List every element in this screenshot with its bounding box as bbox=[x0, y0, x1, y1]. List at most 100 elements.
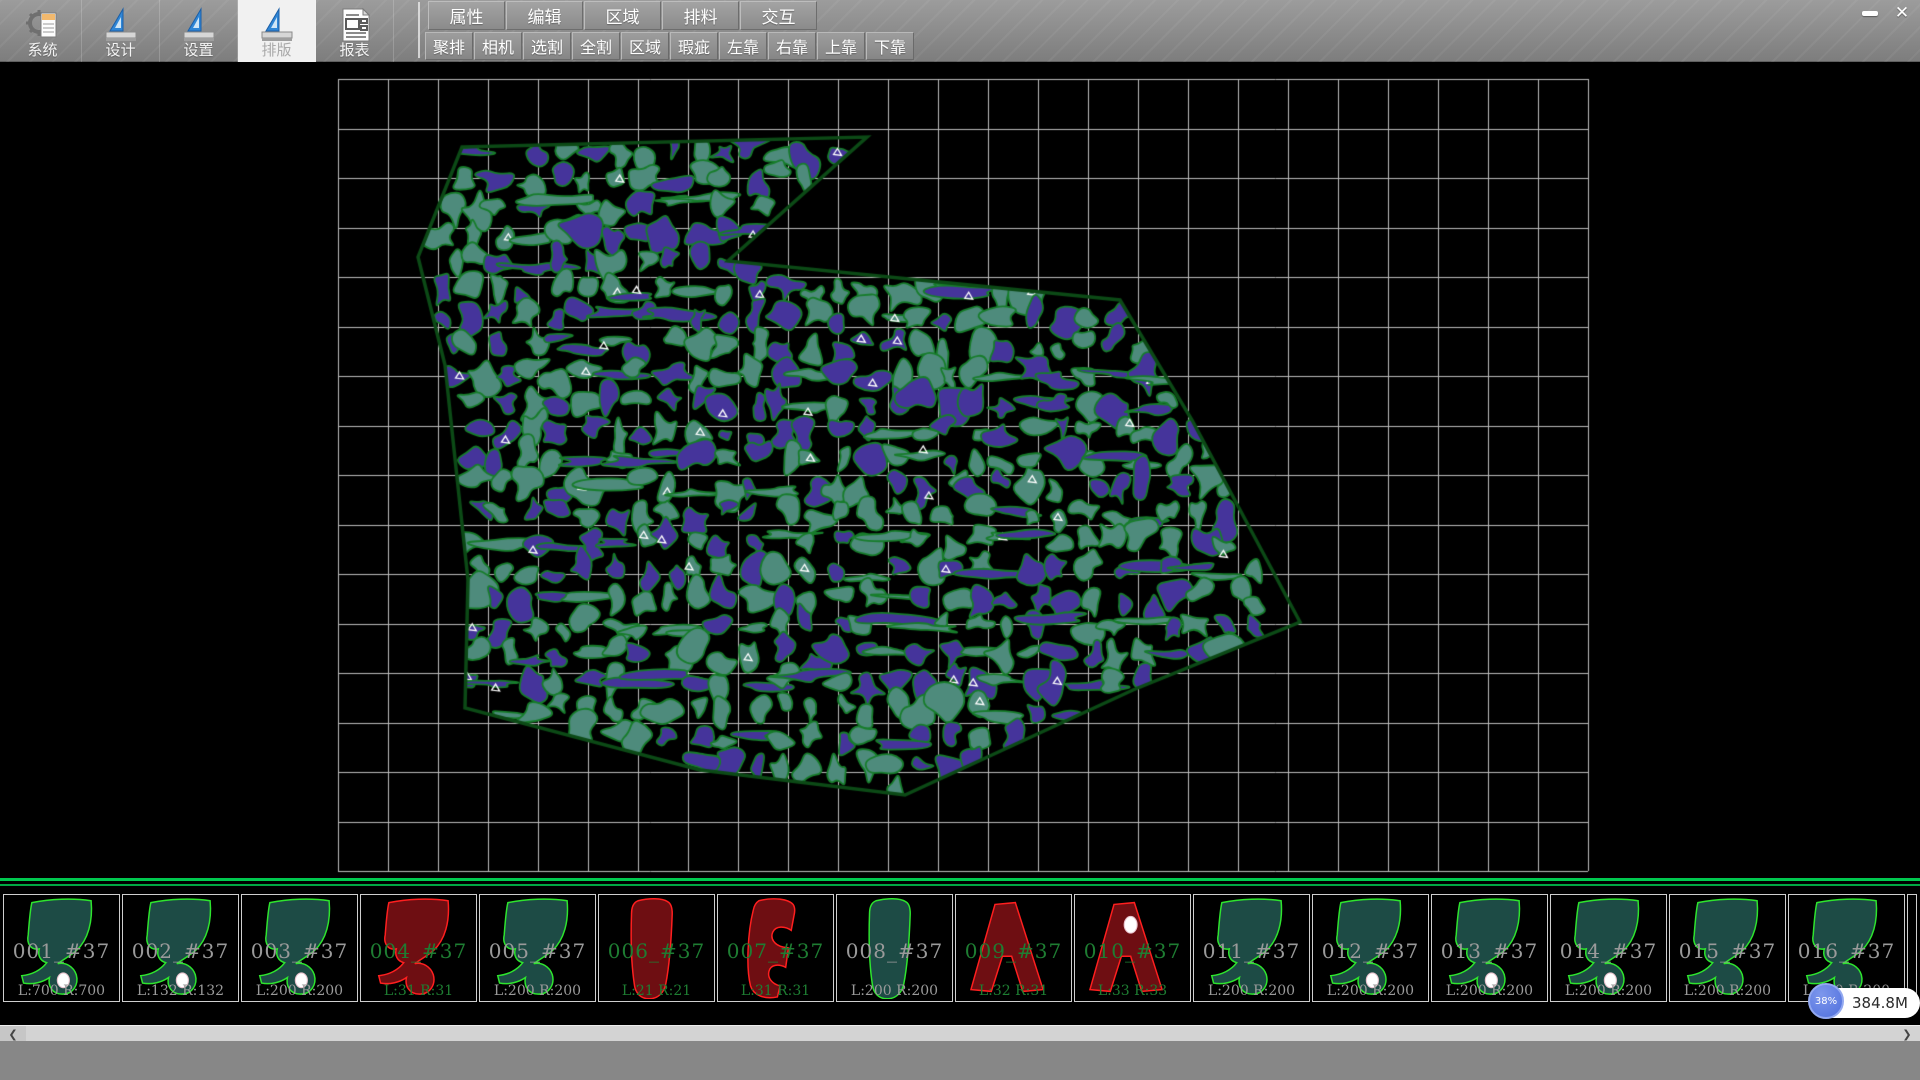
status-badge[interactable]: 38% 384.8M bbox=[1812, 988, 1920, 1018]
piece-name: 004_#37 bbox=[361, 939, 476, 963]
menu-properties[interactable]: 属性 bbox=[428, 1, 505, 30]
tool-cut-all[interactable]: 全割 bbox=[572, 32, 620, 60]
piece-count-stats: L:200 R:200 bbox=[1313, 983, 1428, 999]
menu-row: 属性 编辑 区域 排料 交互 bbox=[428, 1, 818, 30]
piece-count-stats: L:200 R:200 bbox=[1194, 983, 1309, 999]
piece-thumbnail-cell-006_#37[interactable]: 006_#37 L:21 R:21 bbox=[598, 894, 715, 1002]
menu-edit[interactable]: 编辑 bbox=[506, 1, 583, 30]
window-footer bbox=[0, 1041, 1920, 1080]
piece-count-stats: L:700 R:700 bbox=[4, 983, 119, 999]
design-button-label: 设计 bbox=[105, 43, 135, 60]
progress-circle: 38% bbox=[1808, 983, 1844, 1019]
piece-name: 008_#37 bbox=[837, 939, 952, 963]
app-window: 系统 设计 bbox=[0, 0, 1920, 1080]
piece-thumbnail-cell-010_#37[interactable]: 010_#37 L:33 R:33 bbox=[1074, 894, 1191, 1002]
piece-name: 016_#37 bbox=[1789, 939, 1904, 963]
piece-thumbnail-cell-015_#37[interactable]: 015_#37 L:200 R:200 bbox=[1669, 894, 1786, 1002]
tool-region[interactable]: 区域 bbox=[621, 32, 669, 60]
piece-count-stats: L:33 R:33 bbox=[1075, 983, 1190, 999]
piece-count-stats: L:200 R:200 bbox=[1432, 983, 1547, 999]
piece-thumbnail-strip: 001_#37 L:700 R:700 002_#37 L:132 R:132 … bbox=[0, 878, 1920, 1025]
tool-align-left[interactable]: 左靠 bbox=[719, 32, 767, 60]
close-button[interactable]: ✕ bbox=[1886, 2, 1918, 24]
piece-thumbnail-cell-007_#37[interactable]: 007_#37 L:31 R:31 bbox=[717, 894, 834, 1002]
piece-count-stats: L:200 R:200 bbox=[837, 983, 952, 999]
piece-thumbnail-cell-014_#37[interactable]: 014_#37 L:200 R:200 bbox=[1550, 894, 1667, 1002]
piece-thumbnail-cell-005_#37[interactable]: 005_#37 L:200 R:200 bbox=[479, 894, 596, 1002]
piece-name: 014_#37 bbox=[1551, 939, 1666, 963]
scroll-left-button[interactable]: ❮ bbox=[0, 1026, 26, 1042]
piece-name: 010_#37 bbox=[1075, 939, 1190, 963]
piece-count-stats: L:132 R:132 bbox=[123, 983, 238, 999]
menu-region[interactable]: 区域 bbox=[584, 1, 661, 30]
strip-top-line bbox=[0, 878, 1920, 881]
tool-row: 聚排 相机 选割 全割 区域 瑕疵 左靠 右靠 上靠 下靠 bbox=[425, 32, 915, 60]
piece-count-stats: L:200 R:200 bbox=[1551, 983, 1666, 999]
tool-align-bottom[interactable]: 下靠 bbox=[866, 32, 914, 60]
piece-name: 013_#37 bbox=[1432, 939, 1547, 963]
report-button-label: 报表 bbox=[339, 43, 369, 60]
menu-nesting[interactable]: 排料 bbox=[662, 1, 739, 30]
tool-align-right[interactable]: 右靠 bbox=[768, 32, 816, 60]
system-button-label: 系统 bbox=[27, 43, 57, 60]
system-button[interactable]: 系统 bbox=[4, 0, 82, 62]
memory-usage: 384.8M bbox=[1852, 994, 1908, 1012]
thumbnail-row: 001_#37 L:700 R:700 002_#37 L:132 R:132 … bbox=[3, 894, 1919, 1002]
settings-button[interactable]: 设置 bbox=[160, 0, 238, 62]
piece-thumbnail-cell-003_#37[interactable]: 003_#37 L:200 R:200 bbox=[241, 894, 358, 1002]
minimize-button[interactable] bbox=[1854, 2, 1886, 24]
toolbar-separator bbox=[418, 2, 420, 58]
scroll-right-button[interactable]: ❯ bbox=[1894, 1026, 1920, 1042]
piece-thumbnail-cell-008_#37[interactable]: 008_#37 L:200 R:200 bbox=[836, 894, 953, 1002]
piece-name: 012_#37 bbox=[1313, 939, 1428, 963]
ruler-icon bbox=[259, 7, 295, 43]
piece-count-stats: L:200 R:200 bbox=[480, 983, 595, 999]
strip-second-line bbox=[0, 884, 1920, 886]
report-button[interactable]: 报表 bbox=[316, 0, 394, 62]
piece-name: 007_#37 bbox=[718, 939, 833, 963]
minimize-icon bbox=[1862, 11, 1878, 16]
piece-count-stats: L:200 R:200 bbox=[1670, 983, 1785, 999]
piece-name: 005_#37 bbox=[480, 939, 595, 963]
piece-thumbnail-cell-012_#37[interactable]: 012_#37 L:200 R:200 bbox=[1312, 894, 1429, 1002]
tool-camera[interactable]: 相机 bbox=[474, 32, 522, 60]
piece-thumbnail-cell-016_#37[interactable]: 016_#37 L:200 R:200 bbox=[1788, 894, 1905, 1002]
nesting-canvas[interactable] bbox=[0, 62, 1920, 878]
nesting-tab-button[interactable]: 排版 bbox=[238, 0, 316, 62]
menu-interaction[interactable]: 交互 bbox=[740, 1, 817, 30]
piece-thumbnail-cell-009_#37[interactable]: 009_#37 L:32 R:31 bbox=[955, 894, 1072, 1002]
tool-cluster-nest[interactable]: 聚排 bbox=[425, 32, 473, 60]
piece-name: 002_#37 bbox=[123, 939, 238, 963]
design-button[interactable]: 设计 bbox=[82, 0, 160, 62]
piece-count-stats: L:31 R:31 bbox=[718, 983, 833, 999]
tool-defect[interactable]: 瑕疵 bbox=[670, 32, 718, 60]
piece-count-stats: L:200 R:200 bbox=[242, 983, 357, 999]
piece-shape-tall bbox=[1910, 895, 1917, 999]
gear-doc-icon bbox=[25, 7, 61, 43]
settings-button-label: 设置 bbox=[183, 43, 213, 60]
tool-align-top[interactable]: 上靠 bbox=[817, 32, 865, 60]
piece-thumbnail-cell-004_#37[interactable]: 004_#37 L:31 R:31 bbox=[360, 894, 477, 1002]
toolbar: 系统 设计 bbox=[0, 0, 1920, 62]
piece-thumbnail-cell-partial[interactable] bbox=[1907, 894, 1917, 1002]
close-icon: ✕ bbox=[1895, 3, 1909, 23]
piece-name: 011_#37 bbox=[1194, 939, 1309, 963]
piece-count-stats: L:32 R:31 bbox=[956, 983, 1071, 999]
piece-thumbnail-cell-013_#37[interactable]: 013_#37 L:200 R:200 bbox=[1431, 894, 1548, 1002]
piece-count-stats: L:31 R:31 bbox=[361, 983, 476, 999]
piece-thumbnail-cell-011_#37[interactable]: 011_#37 L:200 R:200 bbox=[1193, 894, 1310, 1002]
app-icon-bar: 系统 设计 bbox=[4, 0, 394, 62]
window-controls: ✕ bbox=[1854, 2, 1918, 24]
piece-thumbnail-cell-002_#37[interactable]: 002_#37 L:132 R:132 bbox=[122, 894, 239, 1002]
scroll-left-icon: ❮ bbox=[8, 1028, 17, 1041]
tool-select-cut[interactable]: 选割 bbox=[523, 32, 571, 60]
ruler-icon bbox=[103, 7, 139, 43]
piece-name: 015_#37 bbox=[1670, 939, 1785, 963]
horizontal-scrollbar[interactable]: ❮ ❯ bbox=[0, 1025, 1920, 1042]
piece-count-stats: L:21 R:21 bbox=[599, 983, 714, 999]
ruler-icon bbox=[181, 7, 217, 43]
piece-thumbnail-cell-001_#37[interactable]: 001_#37 L:700 R:700 bbox=[3, 894, 120, 1002]
scroll-right-icon: ❯ bbox=[1902, 1028, 1911, 1041]
piece-name: 006_#37 bbox=[599, 939, 714, 963]
progress-percent: 38% bbox=[1815, 996, 1837, 1007]
